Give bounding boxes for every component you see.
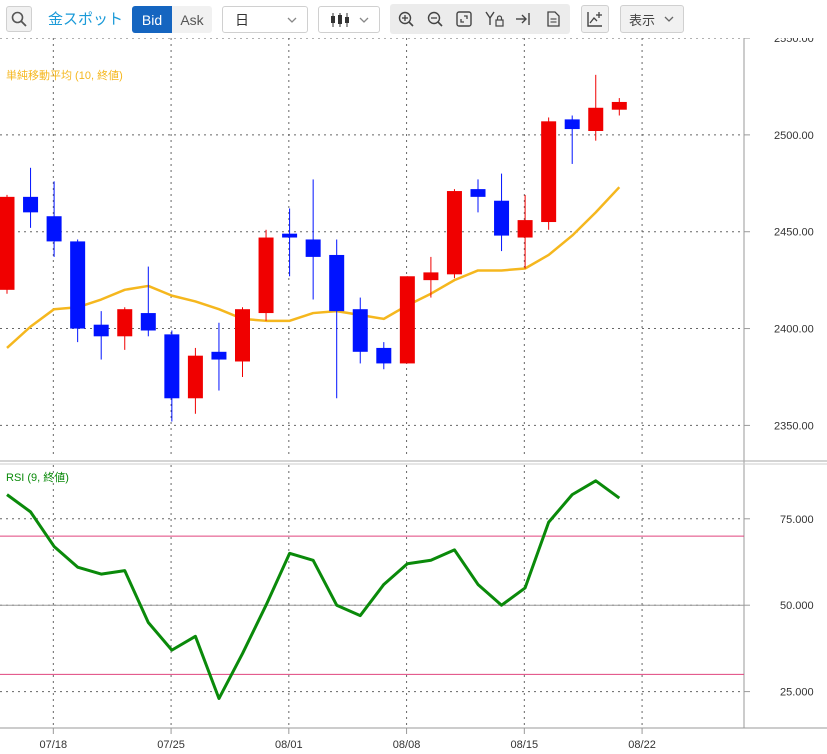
fit-button[interactable] <box>452 7 476 31</box>
rsi-line <box>6 479 621 701</box>
y-tick-label: 2350.00 <box>774 420 814 432</box>
y-tick-label: 2500.00 <box>774 130 814 142</box>
period-select[interactable]: 日 <box>222 6 308 33</box>
chevron-down-icon <box>359 17 369 23</box>
display-label: 表示 <box>629 12 656 28</box>
zoom-out-icon <box>427 11 443 27</box>
chart-area[interactable]: 2350.00 2400.00 2450.00 2500.00 2550.00 単純移動… <box>0 38 827 754</box>
fit-icon <box>456 11 472 27</box>
candle-body <box>140 313 156 331</box>
candle-body <box>282 233 298 238</box>
add-chart-button[interactable] <box>581 5 609 33</box>
x-tick-label: 08/01 <box>275 739 303 751</box>
rsi-label: RSI (9, 終値) <box>6 470 69 484</box>
ma-label: 単純移動平均 (10, 終値) <box>6 68 123 82</box>
candle-body <box>305 239 321 257</box>
candle-body <box>541 121 557 223</box>
candle-body <box>329 254 345 312</box>
candle-body <box>494 200 510 236</box>
candle-body <box>517 220 533 238</box>
document-button[interactable] <box>541 7 565 31</box>
y-tick-label: 75.000 <box>780 514 814 526</box>
candlestick-layer <box>0 74 627 422</box>
symbol-title[interactable]: 金スポット <box>48 8 123 29</box>
ask-button[interactable]: Ask <box>172 6 212 33</box>
y-tick-label: 25.000 <box>780 687 814 699</box>
x-tick-label: 07/18 <box>40 739 68 751</box>
candle-body <box>187 355 203 399</box>
display-button[interactable]: 表示 <box>620 5 684 33</box>
candle-body <box>258 237 274 314</box>
zoom-out-button[interactable] <box>423 7 447 31</box>
candle-body <box>70 241 86 329</box>
x-axis: 07/18 07/25 08/01 08/08 08/15 08/22 <box>40 728 656 751</box>
toolbar: 金スポット Bid Ask 日 表示 <box>0 0 827 38</box>
scroll-end-button[interactable] <box>511 7 535 31</box>
y-tick-label: 50.000 <box>780 600 814 612</box>
candle-body <box>564 119 580 130</box>
x-tick-label: 08/08 <box>393 739 421 751</box>
document-icon <box>547 11 560 27</box>
candle-body <box>423 272 439 281</box>
candle-body <box>376 347 392 364</box>
candle-body <box>352 309 368 352</box>
candle-body <box>211 351 227 360</box>
candle-body <box>611 101 627 110</box>
x-tick-label: 08/15 <box>511 739 539 751</box>
candle-body <box>0 196 15 290</box>
candle-body <box>93 324 109 337</box>
y-tick-label: 2450.00 <box>774 227 814 239</box>
candle-body <box>164 334 180 399</box>
candle-body <box>235 309 250 362</box>
candle-body <box>446 191 462 275</box>
add-chart-icon <box>587 12 602 27</box>
search-icon <box>11 11 27 27</box>
y-tick-label: 2400.00 <box>774 324 814 336</box>
zoom-in-button[interactable] <box>394 7 418 31</box>
y-tick-label: 2550.00 <box>774 38 814 45</box>
chevron-down-icon <box>664 16 674 22</box>
candle-body <box>470 189 486 197</box>
candlestick-icon <box>331 12 349 27</box>
candle-body <box>46 216 62 242</box>
candle-body <box>399 276 415 364</box>
y-axis-lock-icon <box>485 11 504 27</box>
candle-body <box>23 196 39 213</box>
chart-type-select[interactable] <box>318 6 380 33</box>
search-button[interactable] <box>6 6 32 32</box>
candle-body <box>117 309 133 337</box>
period-value: 日 <box>235 11 249 28</box>
price-grid: 2350.00 2400.00 2450.00 2500.00 2550.00 <box>0 38 827 729</box>
x-tick-label: 07/25 <box>157 739 185 751</box>
rsi-layer <box>6 479 621 701</box>
y-axis-lock-button[interactable] <box>482 7 506 31</box>
scroll-end-icon <box>516 13 530 25</box>
zoom-in-icon <box>398 11 414 27</box>
bid-button[interactable]: Bid <box>132 6 172 33</box>
candle-body <box>588 107 604 132</box>
chevron-down-icon <box>287 17 297 23</box>
x-tick-label: 08/22 <box>628 739 656 751</box>
